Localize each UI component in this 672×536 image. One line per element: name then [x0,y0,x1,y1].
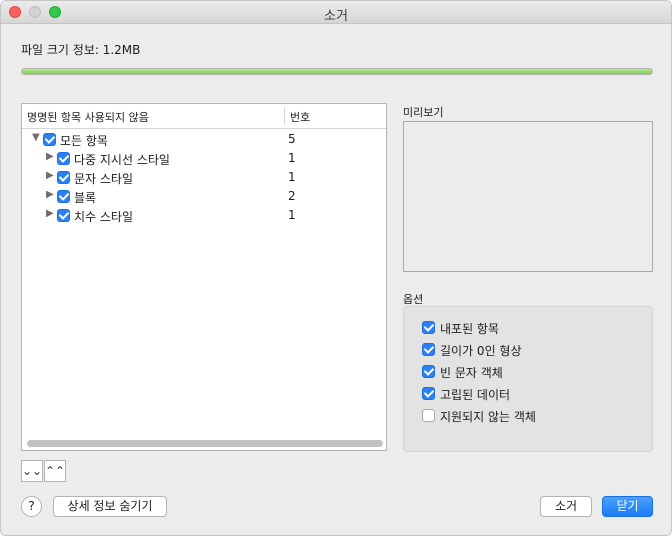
tree-row-label: 치수 스타일 [74,210,134,224]
disclosure-triangle-icon[interactable]: ▶ [46,170,54,181]
tree-row-checkbox[interactable] [57,190,70,203]
preview-area [403,121,653,272]
disclosure-triangle-icon[interactable]: ▶ [46,151,54,162]
tree-row-count: 1 [288,151,296,165]
option-checkbox[interactable] [422,365,435,378]
option-label: 지원되지 않는 객체 [440,410,536,424]
window-title: 소거 [324,9,348,24]
tree-row-count: 5 [288,132,296,146]
progress-fill [22,69,652,74]
option-label: 내포된 항목 [440,322,500,336]
option-label: 길이가 0인 형상 [440,344,522,358]
purge-tree: 명명된 항목 사용되지 않음 번호 ▼ 모든 항목 5 ▶ 다중 지시선 스타일 1 ▶ 문자… [21,103,387,451]
option-checkbox[interactable] [422,343,435,356]
tree-row-checkbox[interactable] [57,171,70,184]
tree-row-label: 문자 스타일 [74,172,134,186]
tree-row-checkbox[interactable] [57,152,70,165]
help-icon: ? [28,499,35,513]
options-group: 내포된 항목길이가 0인 형상빈 문자 객체고립된 데이터지원되지 않는 객체 [403,306,653,452]
help-button[interactable]: ? [21,496,42,517]
column-divider[interactable] [284,107,285,125]
tree-row-label: 블록 [74,191,97,205]
tree-header: 명명된 항목 사용되지 않음 번호 [22,104,386,129]
column-header-count[interactable]: 번호 [290,109,310,125]
hide-details-button[interactable]: 상세 정보 숨기기 [53,496,167,517]
progress-bar [21,68,653,75]
tree-row[interactable]: ▶ 문자 스타일 1 [22,168,386,187]
tree-row-checkbox[interactable] [57,209,70,222]
tree-row[interactable]: ▶ 블록 2 [22,187,386,206]
tree-row-count: 2 [288,189,296,203]
option-label: 고립된 데이터 [440,388,511,402]
horizontal-scrollbar[interactable] [27,440,383,447]
tree-row-count: 1 [288,208,296,222]
expand-all-icon: ⌄⌄ [22,464,43,478]
preview-label: 미리보기 [403,106,444,119]
file-size-info: 파일 크기 정보: 1.2MB [21,43,141,57]
disclosure-triangle-icon[interactable]: ▶ [46,189,54,200]
purge-dialog: 소거 파일 크기 정보: 1.2MB 명명된 항목 사용되지 않음 번호 ▼ 모든… [0,0,672,536]
tree-row-count: 1 [288,170,296,184]
disclosure-triangle-icon[interactable]: ▶ [46,208,54,219]
tree-row[interactable]: ▶ 다중 지시선 스타일 1 [22,149,386,168]
tree-row-label: 다중 지시선 스타일 [74,153,170,167]
close-button[interactable]: 닫기 [602,496,653,517]
option-label: 빈 문자 객체 [440,366,503,380]
tree-row-checkbox[interactable] [43,133,56,146]
collapse-all-icon: ⌃⌃ [45,464,66,478]
collapse-all-button[interactable]: ⌃⌃ [44,460,66,482]
option-checkbox[interactable] [422,387,435,400]
options-label: 옵션 [403,293,424,306]
expand-all-button[interactable]: ⌄⌄ [21,460,43,482]
tree-row[interactable]: ▶ 치수 스타일 1 [22,206,386,225]
tree-row[interactable]: ▼ 모든 항목 5 [22,130,386,149]
option-checkbox[interactable] [422,409,435,422]
purge-button[interactable]: 소거 [540,496,592,517]
disclosure-triangle-icon[interactable]: ▼ [32,132,40,143]
column-header-name[interactable]: 명명된 항목 사용되지 않음 [27,109,149,125]
tree-row-label: 모든 항목 [60,134,108,148]
option-checkbox[interactable] [422,321,435,334]
title-bar: 소거 [1,1,671,24]
